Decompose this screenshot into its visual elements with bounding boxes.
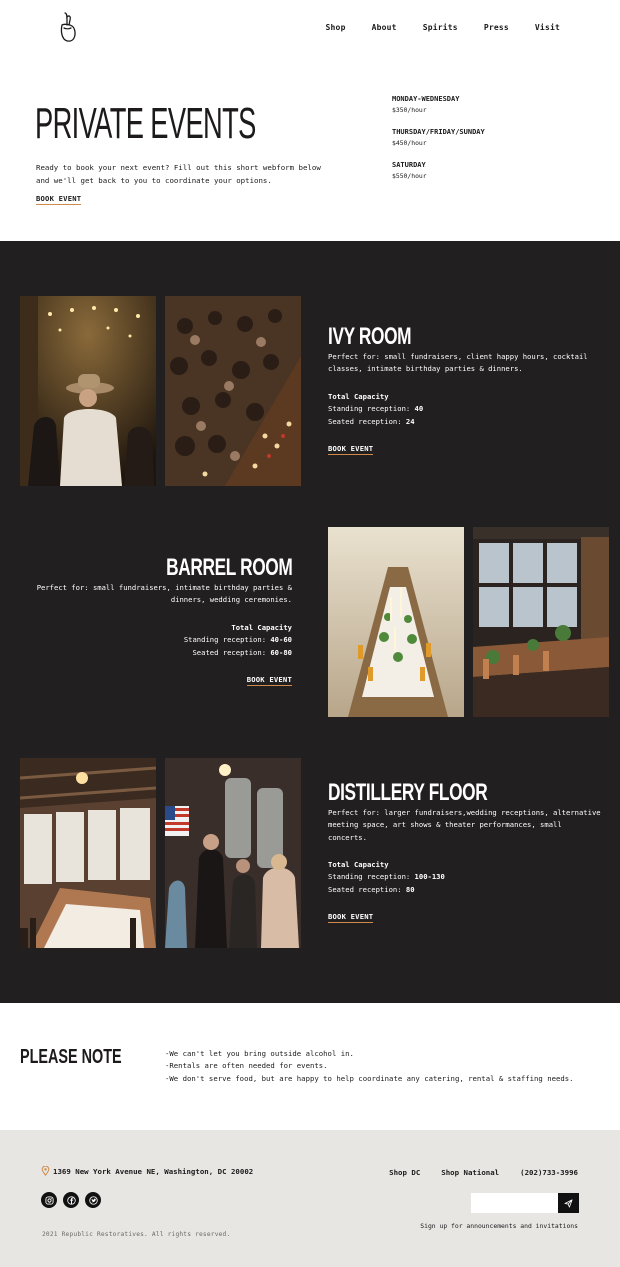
standing-label: Standing reception: [328,404,415,414]
ivy-room-title: IVY ROOM [328,323,412,350]
address-text[interactable]: 1369 New York Avenue NE, Washington, DC … [53,1167,253,1176]
footer-link-shop-dc[interactable]: Shop DC [389,1168,420,1177]
main-nav: Shop About Spirits Press Visit [300,23,560,32]
facebook-icon[interactable] [63,1192,79,1208]
rate-price: $350/hour [392,106,427,114]
nav-about[interactable]: About [372,23,397,32]
standing-value: 100-130 [414,872,445,882]
rate-day: MONDAY-WEDNESDAY [392,95,460,103]
standing-label: Standing reception: [328,872,415,882]
rooms-section: IVY ROOM Perfect for: small fundraisers,… [0,241,620,1003]
ivy-room-capacity: Total Capacity Standing reception: 40 Se… [328,391,423,428]
site-footer: 1369 New York Avenue NE, Washington, DC … [0,1130,620,1267]
footer-phone-link[interactable]: (202)733-3996 [520,1168,578,1177]
ivy-room-photo-1 [20,296,156,486]
ivy-room-description: Perfect for: small fundraisers, client h… [328,352,588,374]
nav-spirits[interactable]: Spirits [423,23,458,32]
seated-value: 80 [405,884,415,894]
barrel-room-photo-1 [328,527,464,717]
seated-label: Seated reception: [328,884,406,894]
barrel-room-description: Perfect for: small fundraisers, intimate… [36,583,292,605]
barrel-room-title: BARREL ROOM [165,554,293,581]
rate-price: $550/hour [392,172,427,180]
footer-nav: Shop DC Shop National (202)733-3996 [368,1168,578,1177]
distillery-floor-title: DISTILLERY FLOOR [328,779,488,806]
list-item: -We don't serve food, but are happy to h… [165,1073,574,1083]
list-item: -Rentals are often needed for events. [165,1061,328,1071]
distillery-floor-capacity: Total Capacity Standing reception: 100-1… [328,859,445,896]
barrel-room-book-event-link[interactable]: BOOK EVENT [246,675,292,686]
seated-label: Seated reception: [328,416,406,426]
distillery-floor-book-event-link[interactable]: BOOK EVENT [328,912,374,923]
newsletter-email-input[interactable] [471,1193,558,1213]
rates-list: MONDAY-WEDNESDAY $350/hour THURSDAY/FRID… [392,94,592,193]
copyright: 2021 Republic Restoratives. All rights r… [42,1231,231,1238]
nav-press[interactable]: Press [484,23,509,32]
instagram-icon[interactable] [41,1192,57,1208]
footer-address: 1369 New York Avenue NE, Washington, DC … [41,1166,253,1176]
footer-link-shop-national[interactable]: Shop National [441,1168,499,1177]
seated-value: 60-80 [270,647,292,657]
please-note-title: PLEASE NOTE [20,1046,122,1068]
barrel-room-capacity: Total Capacity Standing reception: 40-60… [184,622,292,659]
rate-item: THURSDAY/FRIDAY/SUNDAY $450/hour [392,127,592,149]
rate-price: $450/hour [392,139,427,147]
nav-visit[interactable]: Visit [535,23,560,32]
rate-item: SATURDAY $550/hour [392,160,592,182]
rate-day: SATURDAY [392,161,426,169]
capacity-heading: Total Capacity [328,860,389,869]
crossed-fingers-logo-icon[interactable] [58,11,78,43]
ivy-room-photo-2 [165,296,301,486]
hero-book-event-link[interactable]: BOOK EVENT [36,194,82,205]
standing-label: Standing reception: [183,635,271,645]
list-item: -We can't let you bring outside alcohol … [165,1049,354,1058]
standing-value: 40 [414,404,424,414]
hero-description: Ready to book your next event? Fill out … [36,163,321,185]
barrel-room-photo-2 [473,527,609,717]
social-links [41,1192,101,1208]
ivy-room-book-event-link[interactable]: BOOK EVENT [328,444,374,455]
please-note-list: -We can't let you bring outside alcohol … [165,1048,574,1085]
capacity-heading: Total Capacity [231,623,292,632]
map-pin-icon [41,1166,50,1176]
newsletter-signup-text: Sign up for announcements and invitation… [420,1222,578,1230]
seated-label: Seated reception: [192,647,271,657]
capacity-heading: Total Capacity [328,392,389,401]
distillery-floor-description: Perfect for: larger fundraisers,wedding … [328,808,601,842]
distillery-floor-photo-1 [20,758,156,948]
page-title: PRIVATE EVENTS [35,99,256,148]
site-header: Shop About Spirits Press Visit [0,0,620,56]
distillery-floor-photo-2 [165,758,301,948]
newsletter-submit-button[interactable] [558,1193,579,1213]
twitter-icon[interactable] [85,1192,101,1208]
standing-value: 40-60 [270,635,292,645]
send-icon [564,1198,573,1208]
nav-shop[interactable]: Shop [326,23,346,32]
seated-value: 24 [405,416,415,426]
rate-day: THURSDAY/FRIDAY/SUNDAY [392,128,485,136]
rate-item: MONDAY-WEDNESDAY $350/hour [392,94,592,116]
